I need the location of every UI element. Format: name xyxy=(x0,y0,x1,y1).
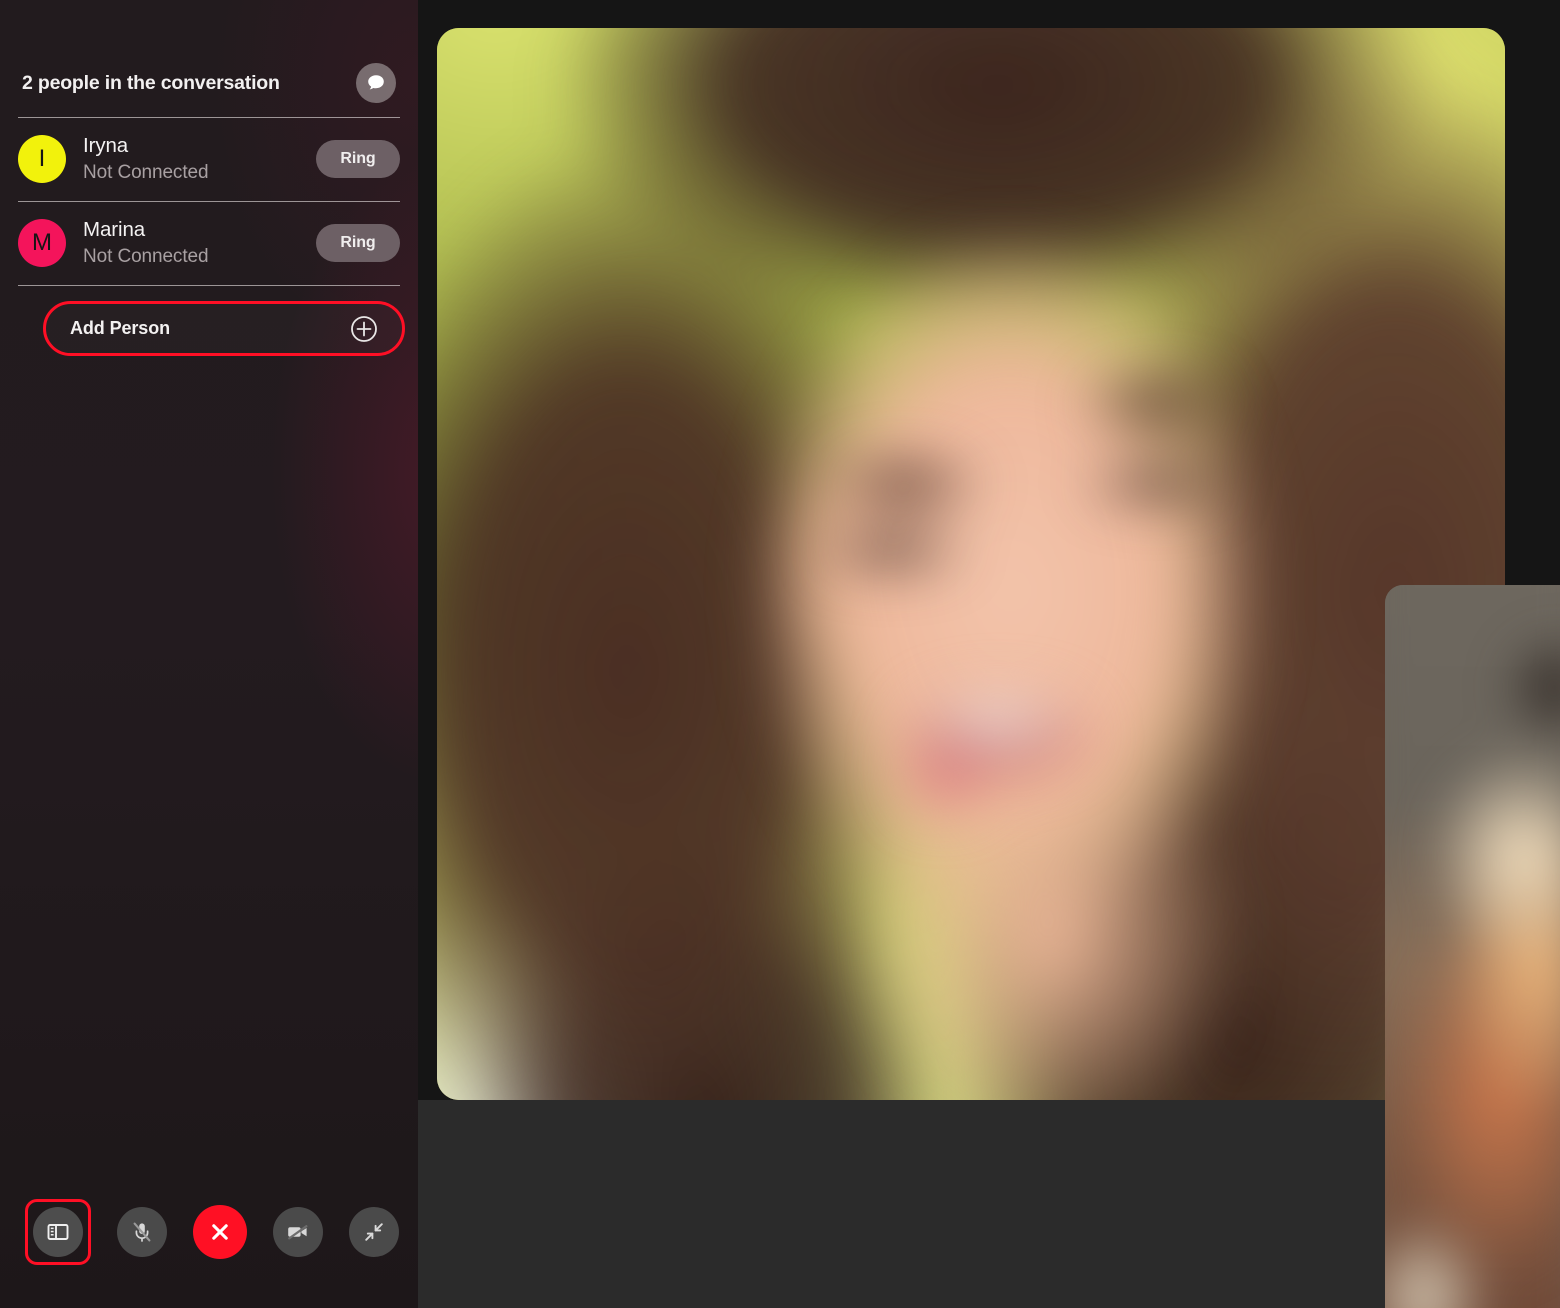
conversation-title: 2 people in the conversation xyxy=(22,71,280,94)
video-call-app: 2 people in the conversation I Iryna Not… xyxy=(0,0,1560,1308)
sidebar-toggle-highlight[interactable] xyxy=(25,1199,91,1265)
video-features-layer xyxy=(437,28,1505,1100)
remote-participant-video[interactable] xyxy=(437,28,1505,1100)
collapse-arrows-icon xyxy=(365,1223,383,1241)
sidebar-toggle-button[interactable] xyxy=(33,1207,83,1257)
video-camera-off-icon xyxy=(288,1225,308,1240)
sidebar-panel-icon xyxy=(47,1224,69,1240)
chat-bubble-icon-button[interactable] xyxy=(356,63,396,103)
add-person-button[interactable]: Add Person xyxy=(43,301,405,356)
call-control-bar xyxy=(0,1194,418,1270)
microphone-muted-icon xyxy=(133,1222,151,1242)
microphone-toggle-button[interactable] xyxy=(117,1207,167,1257)
avatar-initial: M xyxy=(32,229,52,256)
avatar-marina: M xyxy=(18,219,66,267)
participants-sidebar: 2 people in the conversation I Iryna Not… xyxy=(0,0,418,1308)
avatar-initial: I xyxy=(38,145,46,172)
participant-name: Marina xyxy=(83,218,146,241)
participant-info: Iryna Not Connected xyxy=(83,133,316,185)
participant-row-iryna[interactable]: I Iryna Not Connected Ring xyxy=(0,117,418,201)
ring-button-marina[interactable]: Ring xyxy=(316,224,400,262)
chat-bubble-icon xyxy=(368,75,384,90)
sidebar-header: 2 people in the conversation xyxy=(0,50,418,116)
add-person-label: Add Person xyxy=(70,318,171,338)
avatar-iryna: I xyxy=(18,135,66,183)
ring-button-iryna[interactable]: Ring xyxy=(316,140,400,178)
participant-status: Not Connected xyxy=(83,246,209,267)
self-view-video[interactable] xyxy=(1385,585,1560,1308)
participant-info: Marina Not Connected xyxy=(83,217,316,269)
participant-name: Iryna xyxy=(83,134,129,157)
list-divider xyxy=(18,285,400,286)
end-call-button[interactable] xyxy=(193,1205,247,1259)
close-x-icon xyxy=(212,1224,228,1240)
pip-subject-layer xyxy=(1385,585,1560,1308)
participant-row-marina[interactable]: M Marina Not Connected Ring xyxy=(0,201,418,285)
camera-toggle-button[interactable] xyxy=(273,1207,323,1257)
participant-status: Not Connected xyxy=(83,162,209,183)
plus-circle-icon xyxy=(351,315,377,342)
video-stage xyxy=(418,0,1560,1308)
collapse-view-button[interactable] xyxy=(349,1207,399,1257)
